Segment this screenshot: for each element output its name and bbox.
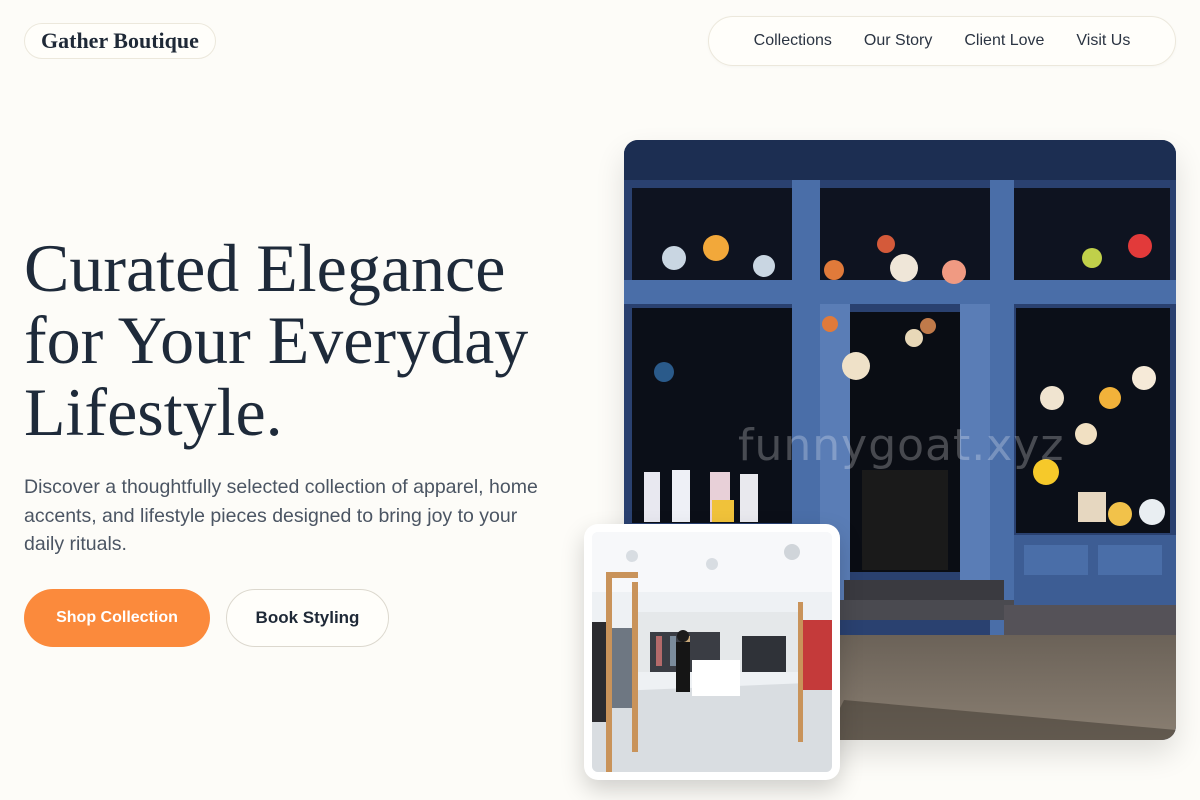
interior-image-card [584,524,840,780]
headline-line-3: Lifestyle. [24,374,283,450]
interior-illustration [592,532,832,772]
nav-our-story[interactable]: Our Story [848,32,948,50]
main-nav: Collections Our Story Client Love Visit … [708,16,1176,66]
hero-headline: Curated Elegance for Your Everyday Lifes… [24,232,604,448]
nav-collections[interactable]: Collections [738,32,848,50]
shop-collection-button[interactable]: Shop Collection [24,589,210,647]
nav-visit-us[interactable]: Visit Us [1060,32,1146,50]
brand-name: Gather Boutique [41,28,199,53]
headline-line-2: for Your Everyday [24,302,529,378]
book-styling-button[interactable]: Book Styling [226,589,389,647]
nav-client-love[interactable]: Client Love [948,32,1060,50]
brand-logo[interactable]: Gather Boutique [24,23,216,59]
headline-line-1: Curated Elegance [24,230,506,306]
hero-subtext: Discover a thoughtfully selected collect… [24,476,538,555]
